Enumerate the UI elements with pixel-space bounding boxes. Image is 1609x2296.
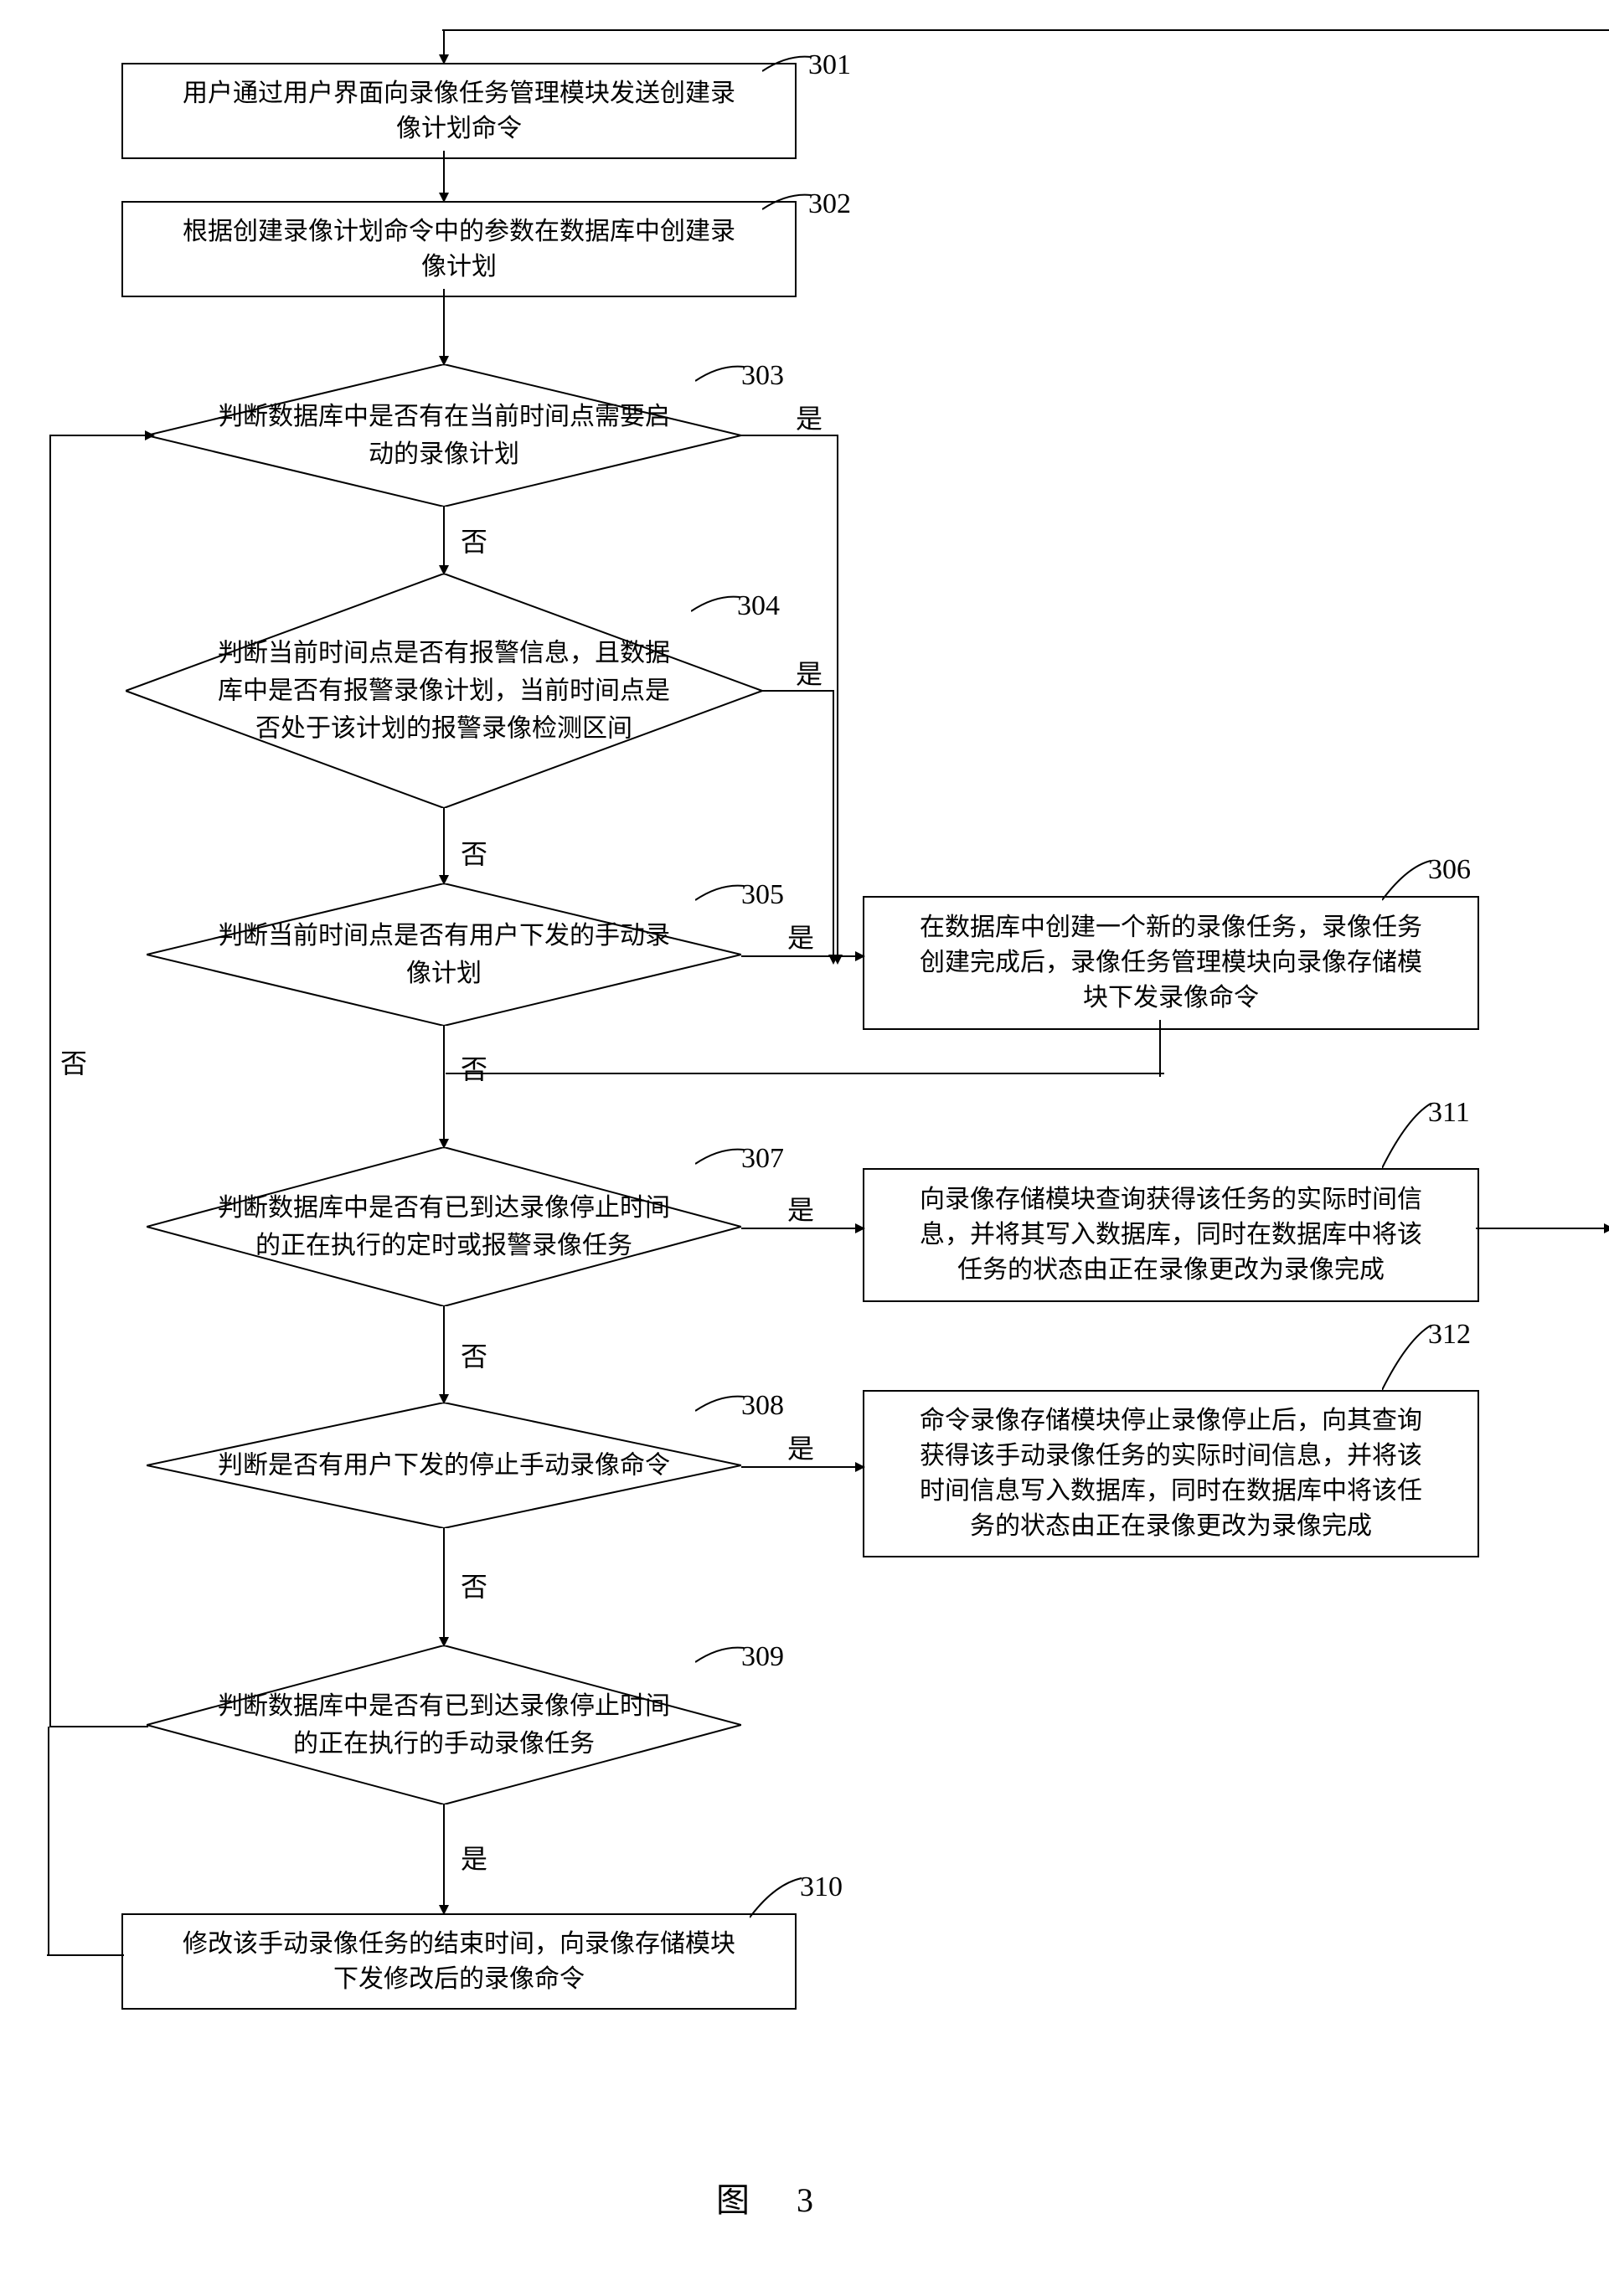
label-311: 311 [1428,1097,1470,1129]
arrow-309-no-loop [42,427,155,1733]
edge-307-no: 否 [461,1336,487,1374]
leader-309 [695,1645,745,1666]
leader-312 [1382,1323,1432,1394]
leader-301 [762,54,812,75]
leader-305 [695,883,745,904]
label-312: 312 [1428,1319,1471,1351]
arrow-306-join [446,1070,1166,1077]
leader-310 [750,1876,804,1922]
arrow-301-302 [436,151,452,203]
label-302: 302 [808,188,851,220]
process-302: 根据创建录像计划命令中的参数在数据库中创建录像计划 [121,201,797,297]
label-303: 303 [741,360,784,392]
edge-304-no: 否 [461,833,487,872]
text: 判断当前时间点是否有用户下发的手动录像计划 [206,917,682,992]
leader-307 [695,1147,745,1168]
edge-309-yes: 是 [461,1838,487,1876]
text: 判断当前时间点是否有报警信息，且数据库中是否有报警录像计划，当前时间点是否处于该… [189,635,699,748]
edge-308-no: 否 [461,1566,487,1604]
decision-303: 判断数据库中是否有在当前时间点需要启动的录像计划 [147,364,741,507]
process-301: 用户通过用户界面向录像任务管理模块发送创建录像计划命令 [121,63,797,159]
process-311: 向录像存储模块查询获得该任务的实际时间信息，并将其写入数据库，同时在数据库中将该… [863,1168,1479,1302]
arrow-307-308 [436,1306,452,1404]
edge-loop-no: 否 [60,1042,87,1081]
label-309: 309 [741,1641,784,1673]
label-306: 306 [1428,854,1471,886]
decision-304: 判断当前时间点是否有报警信息，且数据库中是否有报警录像计划，当前时间点是否处于该… [126,574,762,808]
arrow-308-309 [436,1528,452,1647]
arrow-310-loop [47,1947,126,1964]
decision-305: 判断当前时间点是否有用户下发的手动录像计划 [147,883,741,1026]
arrow-309-310 [436,1804,452,1915]
edge-307-yes: 是 [787,1189,814,1228]
text: 判断是否有用户下发的停止手动录像命令 [206,1447,682,1485]
edge-305-yes: 是 [787,917,814,955]
leader-306 [1382,858,1432,904]
arrow-into-301 [436,29,452,64]
arrow-302-303 [436,289,452,366]
process-306: 在数据库中创建一个新的录像任务，录像任务创建完成后，录像任务管理模块向录像存储模… [863,896,1479,1030]
text: 判断数据库中是否有已到达录像停止时间的正在执行的手动录像任务 [206,1687,682,1763]
leader-304 [691,595,741,615]
edge-303-no: 否 [461,521,487,559]
process-312: 命令录像存储模块停止录像停止后，向其查询获得该手动录像任务的实际时间信息，并将该… [863,1390,1479,1557]
leader-302 [762,193,812,214]
arrow-top-horiz [442,27,1609,33]
decision-308: 判断是否有用户下发的停止手动录像命令 [147,1403,741,1528]
label-308: 308 [741,1390,784,1422]
figure-caption: 图 3 [716,2173,820,2221]
leader-311 [1382,1101,1432,1172]
label-301: 301 [808,49,851,81]
arrow-311-out [1476,1220,1609,1237]
edge-305-no: 否 [461,1048,487,1087]
process-310: 修改该手动录像任务的结束时间，向录像存储模块下发修改后的录像命令 [121,1913,797,2010]
text: 根据创建录像计划命令中的参数在数据库中创建录像计划 [183,214,735,285]
arrow-310-up [42,1727,55,1957]
edge-308-yes: 是 [787,1428,814,1466]
text: 判断数据库中是否有已到达录像停止时间的正在执行的定时或报警录像任务 [206,1189,682,1264]
leader-303 [695,364,745,385]
arrow-303-304 [436,507,452,575]
edge-303-yes: 是 [796,398,823,436]
arrow-304-305 [436,808,452,885]
decision-309: 判断数据库中是否有已到达录像停止时间的正在执行的手动录像任务 [147,1645,741,1804]
text: 在数据库中创建一个新的录像任务，录像任务创建完成后，录像任务管理模块向录像存储模… [920,910,1422,1016]
edge-304-yes: 是 [796,653,823,692]
text: 用户通过用户界面向录像任务管理模块发送创建录像计划命令 [183,76,735,147]
leader-308 [695,1394,745,1415]
text: 修改该手动录像任务的结束时间，向录像存储模块下发修改后的录像命令 [183,1927,735,1997]
text: 向录像存储模块查询获得该任务的实际时间信息，并将其写入数据库，同时在数据库中将该… [920,1182,1422,1288]
label-307: 307 [741,1143,784,1175]
text: 判断数据库中是否有在当前时间点需要启动的录像计划 [206,398,682,473]
decision-307: 判断数据库中是否有已到达录像停止时间的正在执行的定时或报警录像任务 [147,1147,741,1306]
arrow-305-307 [436,1026,452,1149]
text: 命令录像存储模块停止录像停止后，向其查询获得该手动录像任务的实际时间信息，并将该… [920,1403,1422,1544]
label-310: 310 [800,1871,843,1903]
